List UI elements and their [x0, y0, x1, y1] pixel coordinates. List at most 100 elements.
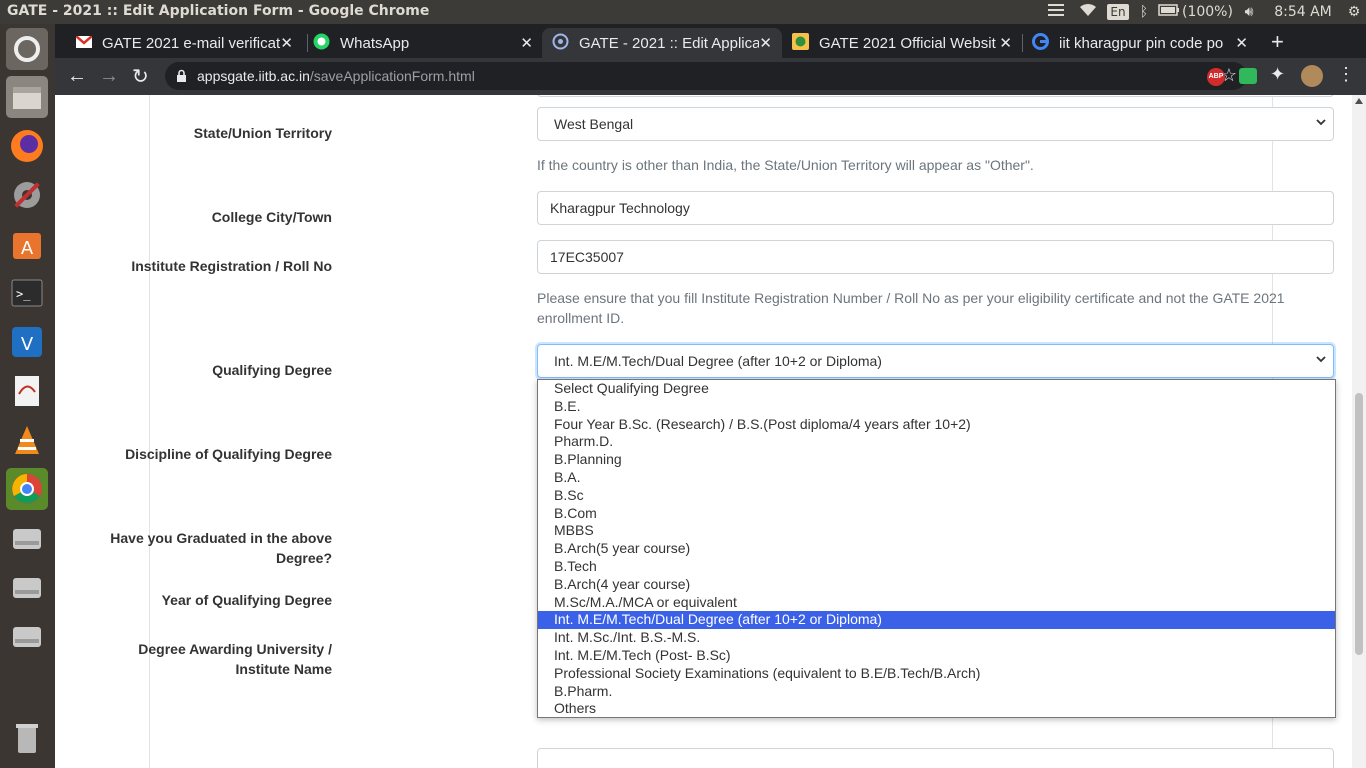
svg-text:V: V: [21, 334, 34, 355]
vscode-icon[interactable]: V: [6, 321, 48, 363]
url-text[interactable]: appsgate.iitb.ac.in/saveApplicationForm.…: [197, 68, 475, 84]
degree-select[interactable]: Int. M.E/M.Tech/Dual Degree (after 10+2 …: [537, 344, 1334, 378]
drive-icon[interactable]: [6, 566, 48, 608]
degree-option[interactable]: Pharm.D.: [538, 433, 1335, 451]
scrollbar-thumb[interactable]: [1355, 393, 1363, 655]
drive-icon[interactable]: [6, 615, 48, 657]
terminal-icon[interactable]: >_: [6, 272, 48, 314]
roll-help-text: Please ensure that you fill Institute Re…: [537, 290, 1285, 326]
close-icon[interactable]: ✕: [280, 34, 293, 52]
svg-text:A: A: [21, 238, 34, 259]
roll-input[interactable]: 17EC35007: [537, 240, 1334, 274]
degree-option[interactable]: B.Tech: [538, 558, 1335, 576]
close-icon[interactable]: ✕: [520, 34, 533, 52]
city-label: College City/Town: [211, 209, 332, 225]
drive-icon[interactable]: [6, 517, 48, 559]
trash-icon[interactable]: [6, 717, 48, 759]
discipline-label: Discipline of Qualifying Degree: [125, 446, 332, 462]
settings-gear-icon[interactable]: ⚙: [1342, 4, 1366, 20]
ubuntu-launcher: A >_ V: [0, 24, 55, 768]
scroll-up-icon[interactable]: [1355, 98, 1363, 104]
tab-google-search[interactable]: iit kharagpur pin code po ✕: [1022, 28, 1258, 58]
browser-toolbar: ← → ↻ appsgate.iitb.ac.in/saveApplicatio…: [55, 58, 1366, 95]
next-field[interactable]: [537, 748, 1334, 768]
close-icon[interactable]: ✕: [1235, 34, 1248, 52]
tab-whatsapp[interactable]: WhatsApp ✕: [303, 28, 543, 58]
gmail-icon: [75, 34, 93, 52]
degree-option[interactable]: Four Year B.Sc. (Research) / B.S.(Post d…: [538, 416, 1335, 434]
software-center-icon[interactable]: A: [6, 223, 48, 265]
address-bar[interactable]: appsgate.iitb.ac.in/saveApplicationForm.…: [165, 62, 1247, 90]
application-form: State/Union Territory West Bengal If the…: [110, 95, 1336, 768]
page-content: State/Union Territory West Bengal If the…: [55, 95, 1352, 768]
degree-option[interactable]: B.Sc: [538, 487, 1335, 505]
avatar[interactable]: [1301, 65, 1323, 87]
list-icon[interactable]: [1040, 2, 1072, 22]
degree-label: Qualifying Degree: [212, 362, 332, 378]
battery-percent: (100%): [1182, 4, 1233, 20]
browser-tab-strip: GATE 2021 e-mail verificat ✕ WhatsApp ✕ …: [55, 24, 1366, 58]
vlc-icon[interactable]: [6, 419, 48, 461]
tab-gate-official-website[interactable]: GATE 2021 Official Websit ✕: [782, 28, 1022, 58]
keyboard-layout[interactable]: En: [1104, 4, 1132, 20]
degree-option[interactable]: Professional Society Examinations (equiv…: [538, 665, 1335, 683]
state-help-text: If the country is other than India, the …: [537, 157, 1034, 173]
city-input[interactable]: Kharagpur Technology: [537, 191, 1334, 225]
university-label: Degree Awarding University / Institute N…: [138, 641, 332, 677]
chevron-down-icon: [1316, 119, 1326, 126]
system-settings-icon[interactable]: [6, 174, 48, 216]
back-icon[interactable]: ←: [67, 65, 87, 88]
volume-icon[interactable]: 🔊︎: [1234, 4, 1264, 20]
forward-icon[interactable]: →: [99, 65, 119, 88]
degree-option[interactable]: Int. M.E/M.Tech (Post- B.Sc): [538, 647, 1335, 665]
degree-option[interactable]: Int. M.E/M.Tech/Dual Degree (after 10+2 …: [538, 611, 1335, 630]
svg-text:>_: >_: [16, 287, 31, 301]
degree-option[interactable]: Others: [538, 700, 1335, 718]
gate-site-icon: [792, 32, 809, 54]
battery-icon[interactable]: [1156, 4, 1182, 20]
wifi-icon[interactable]: [1072, 2, 1104, 22]
degree-option[interactable]: B.Pharm.: [538, 683, 1335, 701]
lock-icon[interactable]: [176, 69, 187, 88]
degree-option[interactable]: MBBS: [538, 522, 1335, 540]
roll-label: Institute Registration / Roll No: [131, 258, 332, 274]
degree-option[interactable]: B.Com: [538, 505, 1335, 523]
degree-option[interactable]: B.E.: [538, 398, 1335, 416]
whatsapp-icon: [313, 33, 330, 54]
degree-option[interactable]: B.Arch(5 year course): [538, 540, 1335, 558]
document-viewer-icon[interactable]: [6, 370, 48, 412]
bluetooth-icon[interactable]: ᛒ: [1132, 4, 1156, 20]
state-label: State/Union Territory: [193, 125, 332, 141]
close-icon[interactable]: ✕: [759, 34, 772, 52]
degree-option[interactable]: B.A.: [538, 469, 1335, 487]
firefox-icon[interactable]: [6, 125, 48, 167]
page-scrollbar[interactable]: [1352, 95, 1366, 768]
tab-gate-edit-application[interactable]: GATE - 2021 :: Edit Applica ✕: [542, 28, 782, 58]
adblock-icon[interactable]: ABP: [1207, 68, 1225, 86]
degree-option[interactable]: Select Qualifying Degree: [538, 380, 1335, 398]
close-icon[interactable]: ✕: [999, 34, 1012, 52]
window-title: GATE - 2021 :: Edit Application Form - G…: [7, 3, 430, 19]
year-label: Year of Qualifying Degree: [161, 592, 332, 608]
extensions-puzzle-icon[interactable]: ✦: [1270, 64, 1285, 85]
degree-dropdown-list[interactable]: Select Qualifying Degree B.E. Four Year B.…: [537, 379, 1336, 718]
menu-dots-icon[interactable]: ⋮: [1337, 64, 1355, 85]
degree-option[interactable]: B.Planning: [538, 451, 1335, 469]
chrome-icon[interactable]: [6, 468, 48, 510]
new-tab-icon[interactable]: +: [1271, 29, 1284, 55]
os-top-panel: GATE - 2021 :: Edit Application Form - G…: [0, 0, 1366, 24]
files-icon[interactable]: [6, 76, 48, 118]
reload-icon[interactable]: ↻: [132, 64, 149, 89]
tab-gmail[interactable]: GATE 2021 e-mail verificat ✕: [63, 28, 303, 58]
degree-option[interactable]: B.Arch(4 year course): [538, 576, 1335, 594]
ubuntu-logo-icon[interactable]: [6, 28, 48, 70]
state-select[interactable]: West Bengal: [537, 107, 1334, 141]
prev-field[interactable]: [537, 95, 1334, 97]
degree-option[interactable]: Int. M.Sc./Int. B.S.-M.S.: [538, 629, 1335, 647]
google-icon: [1032, 32, 1049, 54]
degree-option[interactable]: M.Sc/M.A./MCA or equivalent: [538, 594, 1335, 612]
gate-logo-icon: [552, 33, 569, 54]
extension-mail-icon[interactable]: [1239, 68, 1257, 84]
system-tray: En ᛒ (100%) 🔊︎ 8:54 AM ⚙: [1040, 0, 1366, 24]
clock[interactable]: 8:54 AM: [1264, 4, 1342, 20]
